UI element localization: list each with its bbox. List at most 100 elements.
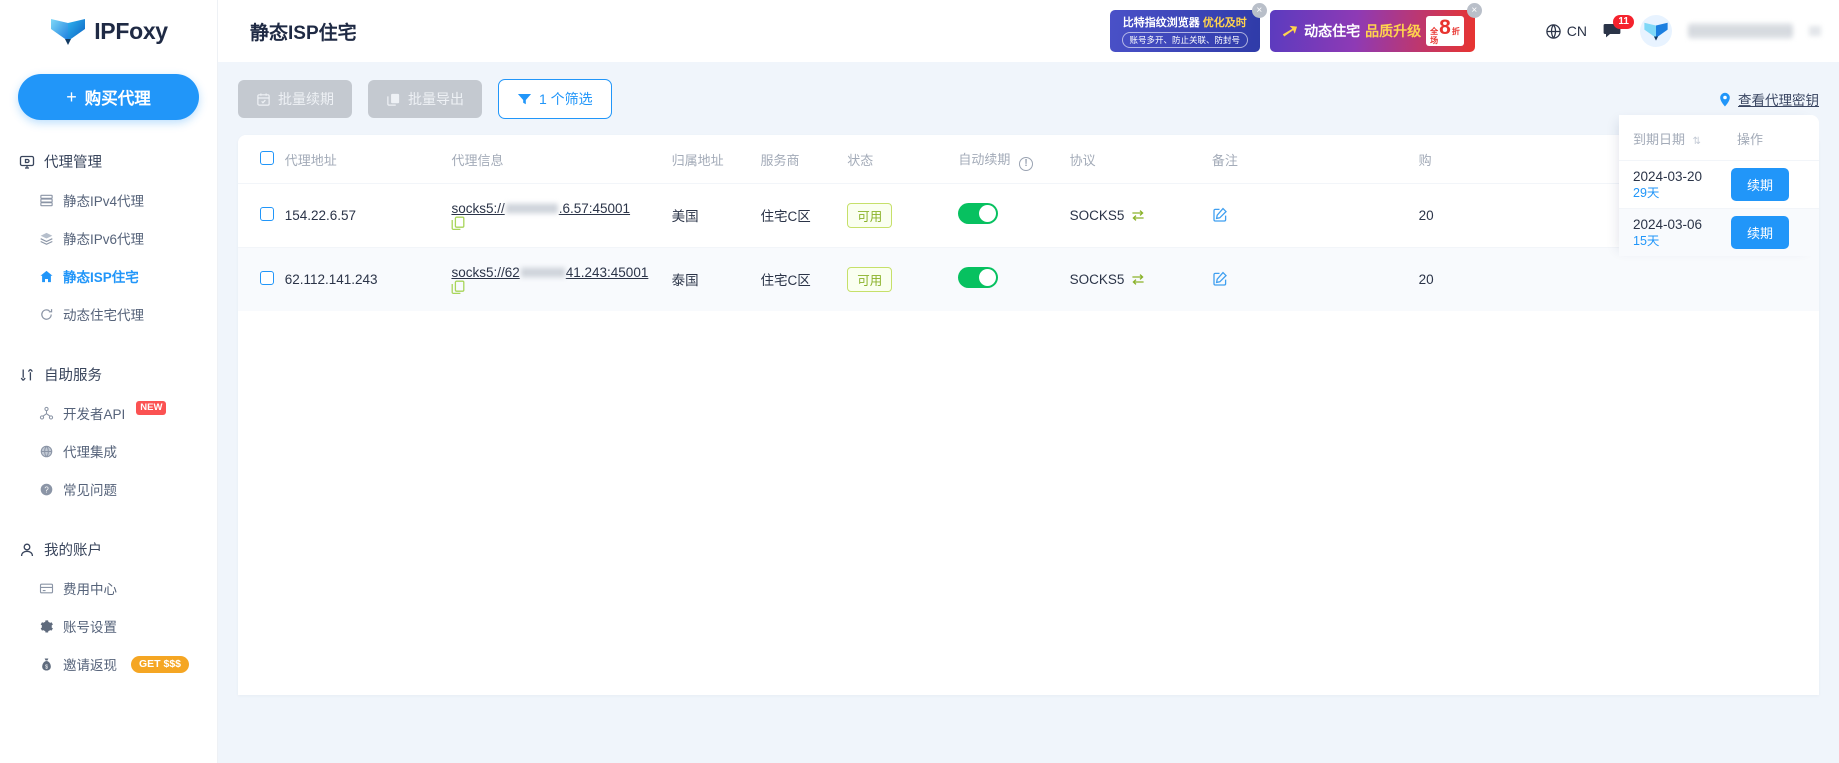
status-badge: 可用 bbox=[847, 202, 893, 228]
ad-discount: 全 场 8 折 bbox=[1426, 16, 1464, 46]
refresh-icon bbox=[38, 306, 55, 323]
cell-region: 泰国 bbox=[671, 273, 699, 288]
column-header-purchase: 购 bbox=[1418, 135, 1553, 183]
sidebar-item-billing[interactable]: 费用中心 bbox=[0, 569, 217, 607]
calendar-icon bbox=[256, 92, 271, 107]
api-icon bbox=[38, 405, 55, 422]
sidebar-item-account-settings[interactable]: 账号设置 bbox=[0, 607, 217, 645]
masked-segment bbox=[505, 202, 558, 214]
proxy-info-link[interactable]: socks5:// .6.57:45001 bbox=[451, 201, 630, 216]
toolbar-right: 查看代理密钥 bbox=[1718, 89, 1819, 109]
info-icon[interactable]: ! bbox=[1019, 156, 1034, 171]
ad-banner-dynamic-residential[interactable]: × ➚ 动态住宅 品质升级 全 场 8 折 bbox=[1269, 3, 1482, 52]
renew-button[interactable]: 续期 bbox=[1731, 216, 1790, 249]
brand-logo[interactable]: IPFoxy bbox=[0, 0, 217, 62]
cell-action-spacer bbox=[1685, 247, 1819, 311]
table-row: 62.112.141.243 socks5://62 41.243:45001 bbox=[238, 247, 1819, 311]
sidebar-item-static-ipv6[interactable]: 静态IPv6代理 bbox=[0, 219, 217, 257]
cell-protocol: SOCKS5 bbox=[1070, 247, 1212, 311]
globe-icon bbox=[1545, 23, 1562, 40]
proxy-info-link[interactable]: socks5://62 41.243:45001 bbox=[451, 265, 648, 280]
swap-icon[interactable] bbox=[1131, 209, 1145, 222]
toggle-knob bbox=[979, 205, 997, 222]
copy-icon[interactable] bbox=[451, 280, 671, 295]
language-label: CN bbox=[1566, 23, 1587, 39]
messages-button[interactable]: 11 bbox=[1603, 14, 1634, 41]
sidebar-item-label: 动态住宅代理 bbox=[63, 308, 144, 323]
sticky-row: 2024-03-06 15天 续期 bbox=[1619, 208, 1819, 256]
cell-address: 154.22.6.57 bbox=[284, 207, 357, 223]
ad-line1-part-b: 优化及时 bbox=[1202, 17, 1247, 29]
sidebar-item-faq[interactable]: ? 常见问题 bbox=[0, 470, 217, 508]
copy-icon bbox=[386, 92, 401, 107]
column-header-address: 代理地址 bbox=[284, 135, 452, 183]
sidebar-item-proxy-integration[interactable]: 代理集成 bbox=[0, 432, 217, 470]
content-area: 批量续期 批量导出 1 个筛选 查看代理密钥 代理地址 代理信息 归属地址 服务… bbox=[218, 62, 1839, 763]
swap-icon[interactable] bbox=[1131, 273, 1145, 286]
expiry-date-label: 到期日期 bbox=[1633, 132, 1686, 147]
cell-region: 美国 bbox=[671, 209, 699, 224]
proxy-info-prefix: socks5://62 bbox=[451, 264, 520, 280]
cell-protocol: SOCKS5 bbox=[1070, 183, 1212, 247]
buy-proxy-button[interactable]: + 购买代理 bbox=[18, 74, 199, 120]
edit-icon[interactable] bbox=[1212, 207, 1419, 223]
cell-note bbox=[1212, 183, 1419, 247]
sidebar-item-label: 费用中心 bbox=[63, 582, 117, 597]
renew-button[interactable]: 续期 bbox=[1731, 168, 1790, 201]
sidebar-item-dynamic-residential[interactable]: 动态住宅代理 bbox=[0, 295, 217, 333]
edit-icon[interactable] bbox=[1212, 271, 1419, 287]
cell-info: socks5://62 41.243:45001 bbox=[451, 247, 671, 311]
cell-isp: 住宅C区 bbox=[760, 273, 811, 288]
sidebar-item-static-ipv4[interactable]: 静态IPv4代理 bbox=[0, 181, 217, 219]
globe-grid-icon bbox=[38, 443, 55, 460]
username-masked bbox=[1688, 23, 1793, 39]
copy-icon[interactable] bbox=[451, 216, 671, 231]
sidebar: IPFoxy + 购买代理 代理管理 静态IPv4代理 静态IPv6代理 静态I… bbox=[0, 0, 218, 763]
close-icon[interactable]: × bbox=[1251, 3, 1267, 18]
sidebar-item-label: 开发者API bbox=[63, 407, 126, 422]
sidebar-group-label: 自助服务 bbox=[44, 368, 102, 384]
top-header: 静态ISP住宅 × 比特指纹浏览器 优化及时 账号多开、防止关联、防封号 × ➚… bbox=[218, 0, 1839, 62]
status-badge: 可用 bbox=[847, 266, 893, 292]
close-icon[interactable]: × bbox=[1466, 3, 1482, 18]
proxy-table: 代理地址 代理信息 归属地址 服务商 状态 自动续期 ! 协议 备注 购 154… bbox=[238, 135, 1819, 311]
sidebar-item-developer-api[interactable]: 开发者API NEW bbox=[0, 394, 217, 432]
batch-renew-button[interactable]: 批量续期 bbox=[238, 80, 352, 118]
cell-expiry-spacer bbox=[1552, 247, 1685, 311]
select-all-checkbox[interactable] bbox=[260, 151, 274, 166]
table-header-row: 代理地址 代理信息 归属地址 服务商 状态 自动续期 ! 协议 备注 购 bbox=[238, 135, 1819, 183]
table-head: 代理地址 代理信息 归属地址 服务商 状态 自动续期 ! 协议 备注 购 bbox=[238, 135, 1819, 183]
ad-line2: 账号多开、防止关联、防封号 bbox=[1121, 32, 1249, 48]
days-remaining: 29天 bbox=[1633, 186, 1660, 200]
column-header-expiry-date[interactable]: 到期日期 ⇅ bbox=[1619, 129, 1731, 148]
discount-number: 8 bbox=[1439, 16, 1451, 39]
sidebar-item-label: 代理集成 bbox=[63, 445, 117, 460]
sidebar-nav: 代理管理 静态IPv4代理 静态IPv6代理 静态ISP住宅 动态住宅代理 自助… bbox=[0, 124, 217, 683]
monitor-icon bbox=[18, 153, 35, 170]
plus-icon: + bbox=[66, 86, 77, 107]
ad-line1-part-a: 比特指纹浏览器 bbox=[1122, 17, 1200, 29]
auto-renew-toggle[interactable] bbox=[958, 203, 999, 224]
proxy-table-card: 代理地址 代理信息 归属地址 服务商 状态 自动续期 ! 协议 备注 购 154… bbox=[238, 135, 1819, 695]
toolbar: 批量续期 批量导出 1 个筛选 查看代理密钥 bbox=[238, 79, 1819, 135]
sidebar-item-static-isp[interactable]: 静态ISP住宅 bbox=[0, 257, 217, 295]
batch-export-button[interactable]: 批量导出 bbox=[368, 80, 482, 118]
avatar[interactable] bbox=[1640, 15, 1672, 47]
column-header-info: 代理信息 bbox=[451, 135, 672, 183]
sort-icon[interactable]: ⇅ bbox=[1693, 136, 1701, 147]
location-pin-icon bbox=[1718, 92, 1732, 107]
language-switcher[interactable]: CN bbox=[1545, 23, 1587, 40]
sidebar-item-label: 邀请返现 bbox=[63, 658, 117, 673]
row-checkbox[interactable] bbox=[260, 270, 274, 285]
auto-renew-toggle[interactable] bbox=[958, 267, 999, 288]
sidebar-item-referral[interactable]: $ 邀请返现 GET $$$ bbox=[0, 645, 217, 683]
ad-banner-fingerprint-browser[interactable]: × 比特指纹浏览器 优化及时 账号多开、防止关联、防封号 bbox=[1109, 3, 1267, 52]
view-proxy-key-link[interactable]: 查看代理密钥 bbox=[1718, 89, 1819, 109]
batch-export-label: 批量导出 bbox=[408, 91, 464, 107]
proxy-info-suffix: .6.57:45001 bbox=[558, 200, 631, 216]
chevron-down-icon[interactable] bbox=[1809, 26, 1821, 36]
row-checkbox[interactable] bbox=[260, 206, 274, 221]
row-select-cell bbox=[238, 247, 285, 311]
filter-button[interactable]: 1 个筛选 bbox=[498, 79, 612, 119]
